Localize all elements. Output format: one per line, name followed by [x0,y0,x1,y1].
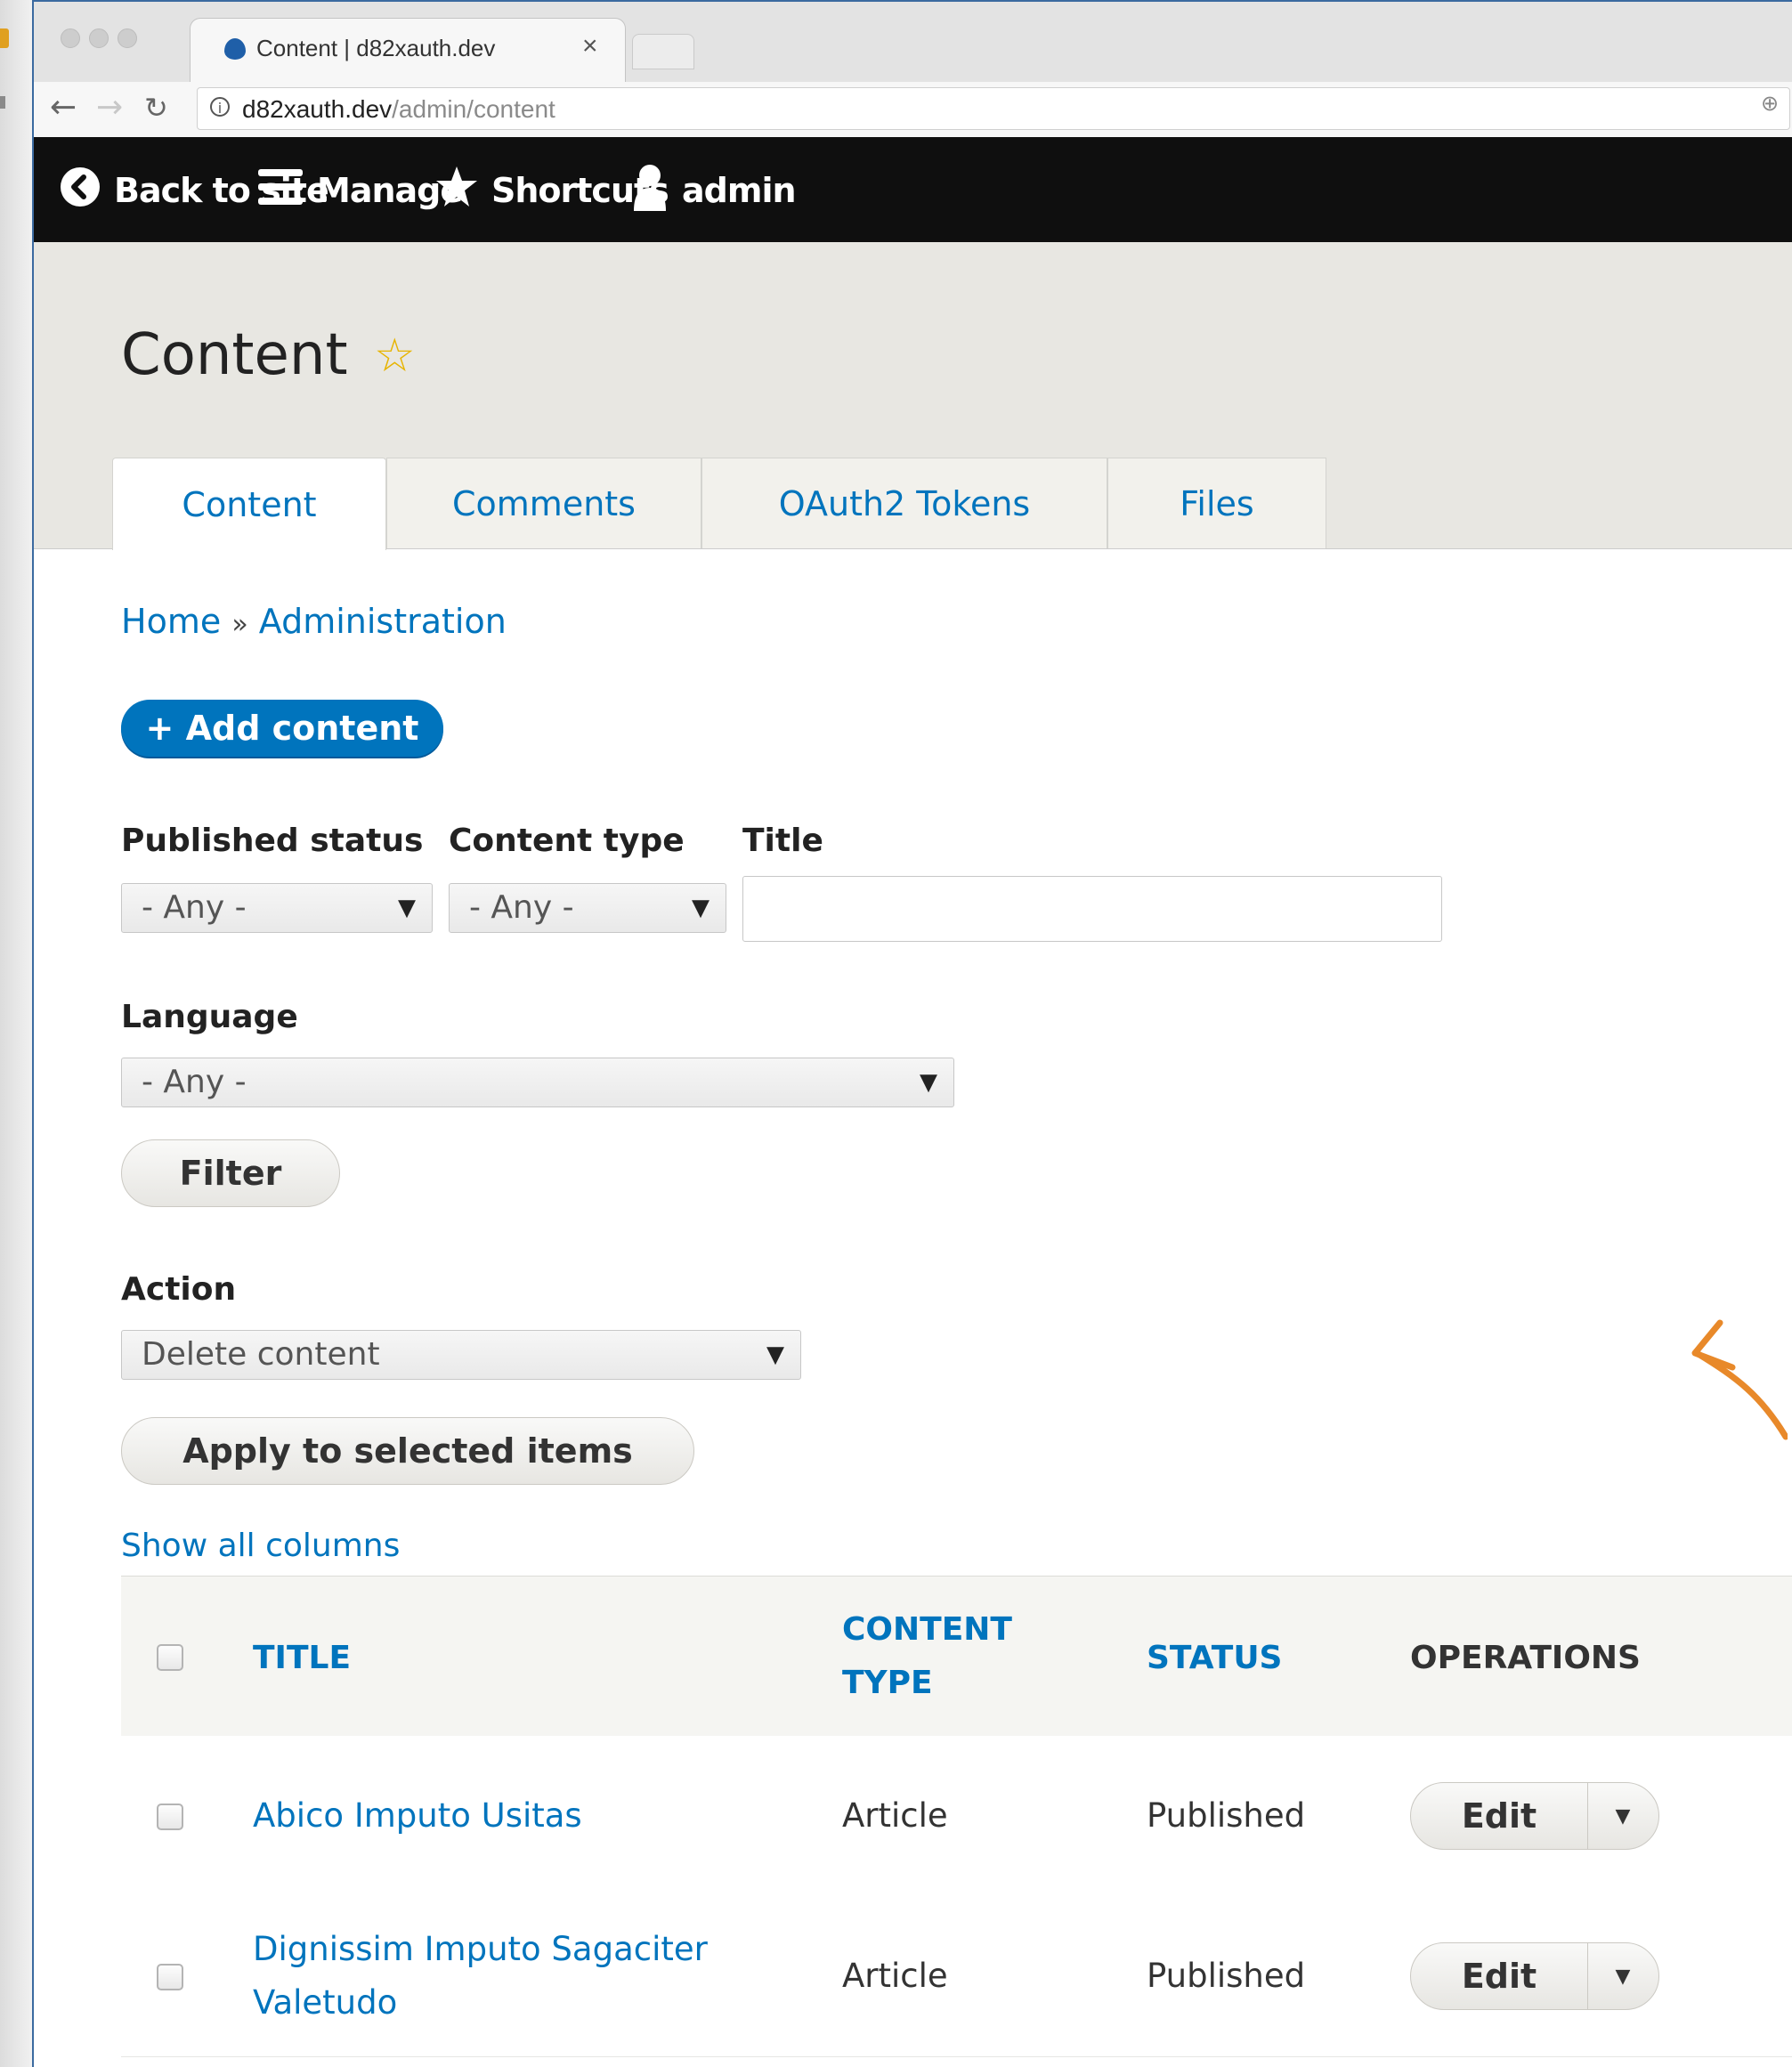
browser-tab-bar: Content | d82xauth.dev × [34,2,1792,84]
add-content-button[interactable]: + Add content [121,700,443,757]
row-title-link[interactable]: Abico Imputo Usitas [253,1789,582,1843]
edit-button[interactable]: Edit [1411,1783,1588,1849]
language-value: - Any - [142,1064,247,1100]
filter-button[interactable]: Filter [121,1139,340,1207]
user-label: admin [682,171,797,210]
tab-oauth2-tokens[interactable]: OAuth2 Tokens [701,458,1107,548]
row-checkbox[interactable] [157,1964,183,1990]
address-bar: ← → ↻ i d82xauth.dev/admin/content [34,82,1792,138]
show-all-columns-link[interactable]: Show all columns [121,1528,400,1564]
url-host: d82xauth.dev [242,95,393,123]
new-tab-button[interactable] [632,34,694,69]
row-title-link-line2[interactable]: Valetudo [253,1976,397,2030]
breadcrumb-separator: » [231,609,248,640]
row-content-type: Article [842,1796,948,1835]
action-label: Action [121,1271,237,1308]
desktop-folder-icon [0,28,9,48]
column-content-type-line2[interactable]: TYPE [842,1657,933,1710]
user-icon [630,163,669,219]
breadcrumb-home[interactable]: Home [121,602,221,641]
back-arrow-icon[interactable]: ← [50,89,77,126]
drupal-drop-icon [224,38,246,60]
breadcrumb-administration[interactable]: Administration [259,602,507,641]
chevron-left-circle-icon [59,166,101,216]
star-icon [434,165,479,217]
title-label: Title [742,823,823,859]
row-checkbox[interactable] [157,1804,183,1830]
table-header: TITLE CONTENT TYPE STATUS OPERATIONS [121,1576,1792,1738]
select-all-checkbox[interactable] [157,1644,183,1671]
tab-content[interactable]: Content [112,458,386,550]
dropdown-arrow-icon: ▼ [398,895,416,921]
reload-icon[interactable]: ↻ [144,91,168,125]
title-filter-input[interactable] [742,876,1442,942]
row-operations: Edit ▼ [1410,1942,1659,2010]
row-title-link-line1[interactable]: Dignissim Imputo Sagaciter [253,1923,708,1976]
column-status[interactable]: STATUS [1147,1632,1282,1685]
star-outline-icon[interactable]: ☆ [374,329,416,383]
table-row: Dignissim Imputo Sagaciter Valetudo Arti… [121,1896,1792,2057]
dropdown-toggle-icon[interactable]: ▼ [1587,1943,1658,2009]
admin-toolbar: Back to site Manage Shortcuts admin [34,137,1792,242]
column-title[interactable]: TITLE [253,1632,351,1685]
desktop-edge [0,0,33,2067]
minimize-window-button[interactable] [89,28,109,48]
manage-menu[interactable]: Manage [256,164,463,217]
forward-arrow-icon[interactable]: → [96,89,123,126]
close-window-button[interactable] [61,28,80,48]
breadcrumb: Home » Administration [121,602,507,641]
browser-window: Content | d82xauth.dev × ← → ↻ i d82xaut… [32,0,1792,2067]
url-text: d82xauth.dev/admin/content [242,95,555,124]
table-row: Abico Imputo Usitas Article Published Ed… [121,1736,1792,1897]
row-operations: Edit ▼ [1410,1782,1659,1850]
url-input[interactable]: i d82xauth.dev/admin/content [197,87,1790,130]
browser-tab-title: Content | d82xauth.dev [256,35,496,61]
annotation-arrow-icon [1691,1319,1788,1440]
content-type-label: Content type [449,823,685,859]
hamburger-icon [256,166,304,216]
page-title: Content [121,322,348,388]
apply-to-selected-button[interactable]: Apply to selected items [121,1417,694,1485]
column-content-type-line1[interactable]: CONTENT [842,1603,1012,1657]
row-status: Published [1147,1796,1306,1835]
page-header: Content ☆ Content Comments OAuth2 Tokens… [34,242,1792,550]
published-status-value: - Any - [142,889,247,926]
url-path: /admin/content [392,95,555,123]
dropdown-arrow-icon: ▼ [920,1069,937,1096]
published-status-label: Published status [121,823,424,859]
edit-button[interactable]: Edit [1411,1943,1588,2009]
content-type-value: - Any - [469,889,574,926]
column-operations: OPERATIONS [1410,1640,1641,1676]
dropdown-toggle-icon[interactable]: ▼ [1587,1783,1658,1849]
browser-tab[interactable]: Content | d82xauth.dev × [190,18,626,84]
content-type-select[interactable]: - Any - ▼ [449,883,726,933]
action-select[interactable]: Delete content ▼ [121,1330,801,1380]
row-content-type: Article [842,1957,948,1995]
action-value: Delete content [142,1336,380,1373]
row-status: Published [1147,1957,1306,1995]
dropdown-arrow-icon: ▼ [766,1342,784,1368]
tab-close-icon[interactable]: × [582,31,598,61]
zoom-window-button[interactable] [118,28,137,48]
dropdown-arrow-icon: ▼ [692,895,710,921]
desktop-mark [0,96,5,109]
language-select[interactable]: - Any - ▼ [121,1058,954,1107]
tab-comments[interactable]: Comments [386,458,701,548]
user-menu[interactable]: admin [630,163,797,219]
tab-files[interactable]: Files [1107,458,1326,548]
published-status-select[interactable]: - Any - ▼ [121,883,433,933]
info-icon[interactable]: i [210,97,230,117]
zoom-icon[interactable]: ⊕ [1761,91,1779,116]
language-label: Language [121,999,298,1035]
